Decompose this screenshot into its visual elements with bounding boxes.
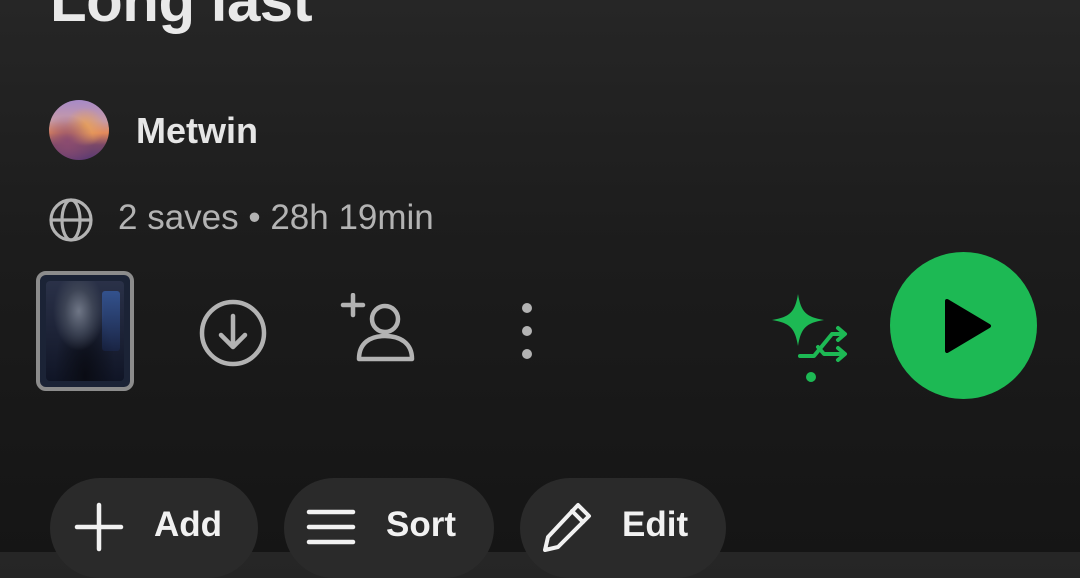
globe-icon (49, 198, 93, 242)
playlist-cover-thumbnail[interactable] (36, 271, 134, 391)
more-vertical-icon[interactable] (505, 298, 549, 364)
sort-label: Sort (386, 505, 456, 544)
pencil-icon (543, 503, 591, 552)
add-label: Add (154, 505, 223, 544)
add-user-icon[interactable] (340, 293, 420, 363)
playlist-title: Long last (50, 0, 313, 34)
play-button[interactable] (890, 252, 1037, 399)
edit-button[interactable]: Edit (520, 478, 726, 578)
add-button[interactable]: Add (50, 478, 258, 578)
smart-shuffle-icon[interactable] (768, 290, 856, 386)
sort-button[interactable]: Sort (284, 478, 494, 578)
playlist-meta: 2 saves • 28h 19min (118, 198, 434, 237)
download-icon[interactable] (198, 298, 268, 368)
sort-lines-icon (306, 509, 356, 545)
edit-label: Edit (622, 505, 689, 544)
play-icon (944, 298, 991, 353)
plus-icon (74, 502, 124, 552)
owner-name[interactable]: Metwin (136, 110, 258, 152)
owner-avatar[interactable] (49, 100, 109, 160)
